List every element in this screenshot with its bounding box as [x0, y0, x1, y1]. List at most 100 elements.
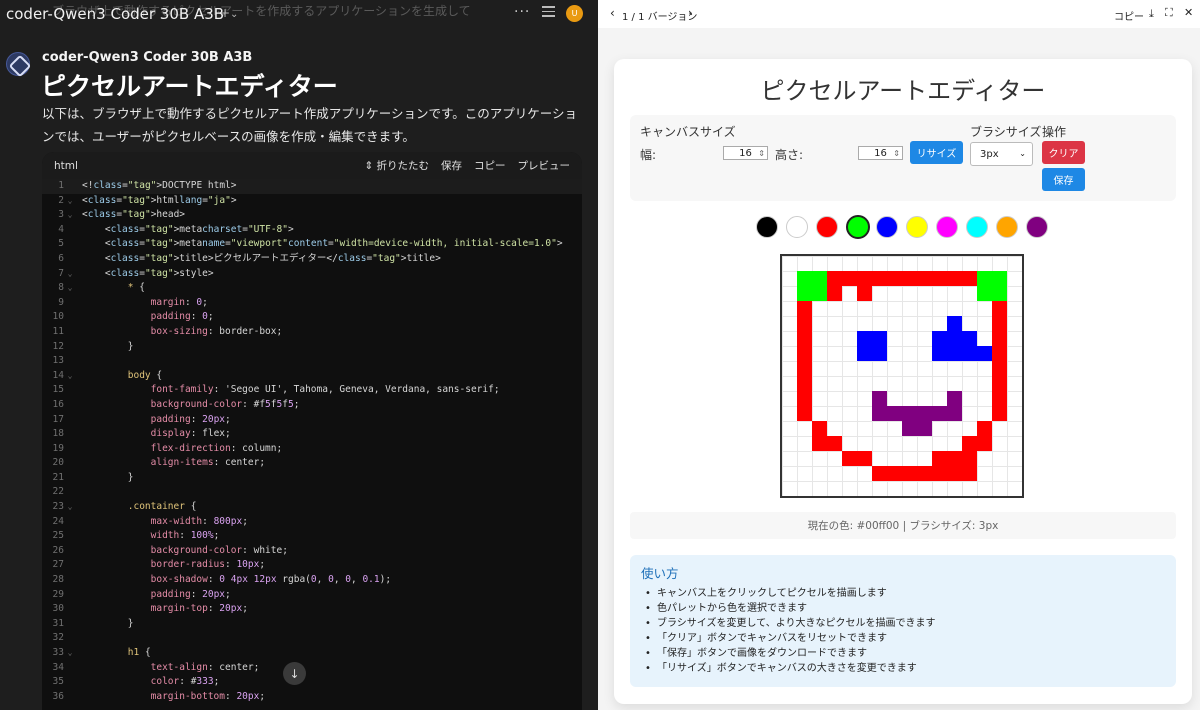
pixel[interactable]: [812, 286, 827, 301]
settings-sliders-icon[interactable]: [542, 6, 555, 18]
pixel[interactable]: [827, 286, 842, 301]
clear-button[interactable]: クリア: [1042, 141, 1085, 164]
pixel[interactable]: [947, 331, 962, 346]
pixel[interactable]: [932, 271, 947, 286]
pixel[interactable]: [977, 271, 992, 286]
fullscreen-icon[interactable]: ⛶: [1165, 6, 1173, 20]
close-icon[interactable]: ✕: [1184, 6, 1193, 19]
user-avatar[interactable]: U: [566, 5, 583, 22]
pixel[interactable]: [947, 346, 962, 361]
pixel[interactable]: [857, 451, 872, 466]
pixel[interactable]: [872, 271, 887, 286]
pixel[interactable]: [902, 421, 917, 436]
pixel[interactable]: [992, 391, 1007, 406]
pixel[interactable]: [812, 436, 827, 451]
pixel[interactable]: [932, 406, 947, 421]
pixel[interactable]: [932, 466, 947, 481]
pixel[interactable]: [842, 451, 857, 466]
pixel[interactable]: [887, 271, 902, 286]
download-icon[interactable]: ⤓: [1149, 7, 1154, 21]
pixel[interactable]: [962, 346, 977, 361]
pixel[interactable]: [857, 286, 872, 301]
pixel[interactable]: [872, 331, 887, 346]
pixel[interactable]: [977, 436, 992, 451]
color-swatch[interactable]: [936, 216, 958, 238]
pixel[interactable]: [992, 301, 1007, 316]
pixel[interactable]: [917, 406, 932, 421]
chevron-right-icon[interactable]: ›: [688, 6, 693, 20]
pixel[interactable]: [917, 421, 932, 436]
color-swatch[interactable]: [876, 216, 898, 238]
save-code-button[interactable]: 保存: [441, 158, 462, 173]
pixel[interactable]: [902, 406, 917, 421]
pixel[interactable]: [887, 466, 902, 481]
chevron-left-icon[interactable]: ‹: [610, 6, 615, 20]
copy-code-button[interactable]: コピー: [474, 158, 506, 173]
pixel[interactable]: [857, 346, 872, 361]
pixel[interactable]: [992, 286, 1007, 301]
pixel[interactable]: [797, 391, 812, 406]
collapse-code-button[interactable]: ⇕ 折りたたむ: [364, 158, 429, 173]
pixel[interactable]: [977, 346, 992, 361]
pixel[interactable]: [857, 331, 872, 346]
pixel[interactable]: [797, 301, 812, 316]
pixel[interactable]: [857, 271, 872, 286]
color-swatch[interactable]: [816, 216, 838, 238]
pixel[interactable]: [827, 271, 842, 286]
pixel[interactable]: [797, 346, 812, 361]
pixel[interactable]: [947, 451, 962, 466]
pixel[interactable]: [872, 406, 887, 421]
plus-icon[interactable]: +: [220, 6, 230, 20]
pixel[interactable]: [902, 271, 917, 286]
color-swatch[interactable]: [846, 215, 870, 239]
pixel[interactable]: [932, 331, 947, 346]
pixel[interactable]: [812, 271, 827, 286]
pixel[interactable]: [917, 466, 932, 481]
pixel[interactable]: [872, 466, 887, 481]
pixel[interactable]: [932, 346, 947, 361]
pixel[interactable]: [827, 436, 842, 451]
pixel[interactable]: [812, 421, 827, 436]
code-lines[interactable]: 1 <!class="tag">DOCTYPE html> 2 ⌄ <class="ta…: [42, 179, 582, 704]
pixel[interactable]: [992, 271, 1007, 286]
pixel[interactable]: [797, 331, 812, 346]
pixel[interactable]: [992, 316, 1007, 331]
model-selector[interactable]: coder-Qwen3 Coder 30B A3B ⌄: [6, 5, 238, 23]
pixel[interactable]: [992, 406, 1007, 421]
brush-size-select[interactable]: 3px ⌄: [970, 142, 1033, 166]
resize-button[interactable]: リサイズ: [910, 141, 963, 164]
save-button[interactable]: 保存: [1042, 168, 1085, 191]
pixel[interactable]: [947, 271, 962, 286]
pixel[interactable]: [962, 466, 977, 481]
color-swatch[interactable]: [756, 216, 778, 238]
color-swatch[interactable]: [906, 216, 928, 238]
pixel[interactable]: [962, 436, 977, 451]
pixel[interactable]: [947, 466, 962, 481]
pixel[interactable]: [977, 421, 992, 436]
pixel[interactable]: [992, 361, 1007, 376]
pixel[interactable]: [932, 451, 947, 466]
pixel[interactable]: [992, 376, 1007, 391]
pixel[interactable]: [797, 406, 812, 421]
pixel[interactable]: [872, 346, 887, 361]
width-input[interactable]: 16: [723, 146, 768, 160]
pixel[interactable]: [947, 406, 962, 421]
pixel[interactable]: [992, 331, 1007, 346]
pixel[interactable]: [797, 316, 812, 331]
height-input[interactable]: 16: [858, 146, 903, 160]
pixel[interactable]: [917, 271, 932, 286]
pixel[interactable]: [992, 346, 1007, 361]
pixel-grid[interactable]: [782, 256, 1022, 496]
color-swatch[interactable]: [786, 216, 808, 238]
pixel[interactable]: [902, 466, 917, 481]
pixel[interactable]: [962, 331, 977, 346]
color-swatch[interactable]: [996, 216, 1018, 238]
color-swatch[interactable]: [1026, 216, 1048, 238]
pixel[interactable]: [977, 286, 992, 301]
pixel[interactable]: [872, 391, 887, 406]
pixel[interactable]: [797, 271, 812, 286]
pixel[interactable]: [797, 361, 812, 376]
pixel[interactable]: [797, 286, 812, 301]
pixel-canvas[interactable]: [780, 254, 1024, 498]
copy-preview-button[interactable]: コピー: [1114, 8, 1144, 23]
